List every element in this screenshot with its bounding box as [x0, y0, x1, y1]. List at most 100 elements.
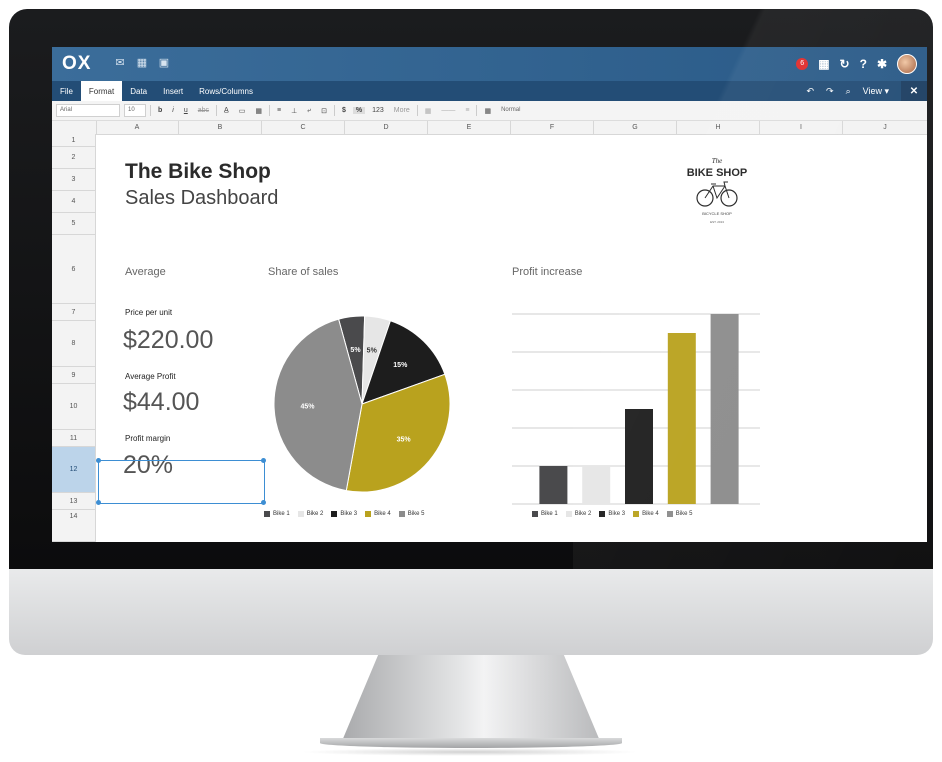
- row-header-10[interactable]: 10: [52, 384, 96, 430]
- view-menu[interactable]: View ▾: [863, 86, 889, 97]
- legend-label: Bike 3: [340, 511, 358, 517]
- share-of-sales-chart[interactable]: 5% 5% 15% 35% 45%: [267, 309, 457, 499]
- help-icon[interactable]: ?: [860, 57, 867, 71]
- bold-button[interactable]: b: [155, 107, 165, 114]
- more-button[interactable]: More: [391, 107, 413, 114]
- font-family-select[interactable]: Arial: [56, 104, 120, 117]
- column-h[interactable]: H: [677, 121, 760, 134]
- row-header-7[interactable]: 7: [52, 304, 96, 321]
- settings-icon[interactable]: ✱: [877, 57, 887, 71]
- italic-button[interactable]: i: [169, 107, 177, 114]
- row-header-13[interactable]: 13: [52, 493, 96, 510]
- legend-swatch: [331, 511, 338, 517]
- sheet-area[interactable]: 1 2 3 4 5 6 7 8 9 10 11 12 13 14 The Bik…: [52, 134, 927, 542]
- legend-label: Bike 1: [541, 511, 558, 517]
- number-format-button[interactable]: 123: [369, 107, 387, 114]
- row-header-11[interactable]: 11: [52, 430, 96, 447]
- column-f[interactable]: F: [511, 121, 594, 134]
- row-header-2[interactable]: 2: [52, 147, 96, 169]
- row-header-4[interactable]: 4: [52, 191, 96, 213]
- column-c[interactable]: C: [262, 121, 345, 134]
- bar-2: [582, 466, 611, 504]
- text-color-icon[interactable]: A̲: [221, 107, 232, 114]
- currency-button[interactable]: $: [339, 107, 349, 114]
- align-bottom-icon[interactable]: ⊥: [288, 107, 300, 115]
- legend-item: Bike 5: [666, 511, 692, 517]
- menu-format[interactable]: Format: [80, 81, 123, 101]
- search-icon[interactable]: ⌕: [846, 86, 851, 97]
- merge-icon[interactable]: ⊡: [318, 107, 330, 115]
- selection-handle[interactable]: [96, 458, 101, 463]
- borders-icon[interactable]: ▦: [422, 107, 435, 115]
- legend-label: Bike 4: [374, 511, 391, 517]
- row-header-3[interactable]: 3: [52, 169, 96, 191]
- column-e[interactable]: E: [428, 121, 511, 134]
- menu-bar: File Format Data Insert Rows/Columns ↶ ↷…: [52, 81, 927, 101]
- legend-label: Bike 2: [574, 511, 592, 517]
- pie-label-4: 35%: [397, 436, 412, 443]
- view-label: View: [862, 85, 882, 96]
- row-header-9[interactable]: 9: [52, 367, 96, 384]
- row-header-1[interactable]: 1: [52, 134, 96, 147]
- column-a[interactable]: A: [96, 121, 179, 134]
- column-j[interactable]: J: [843, 121, 927, 134]
- column-i[interactable]: I: [760, 121, 843, 134]
- notification-badge[interactable]: 6: [796, 58, 809, 70]
- row-header-5[interactable]: 5: [52, 213, 96, 235]
- line-style-icon[interactable]: ——: [438, 107, 458, 114]
- align-left-icon[interactable]: ≡: [274, 107, 284, 114]
- profit-increase-chart[interactable]: [512, 309, 762, 509]
- pie-legend: Bike 1 Bike 2 Bike 3 Bike 4 Bike 5: [264, 511, 424, 517]
- app-logo[interactable]: OX: [62, 53, 91, 75]
- menu-data[interactable]: Data: [122, 81, 155, 101]
- calendar-icon[interactable]: ▦: [136, 57, 148, 69]
- row-header-12[interactable]: 12: [52, 447, 96, 493]
- row-header-14[interactable]: 14: [52, 510, 96, 542]
- legend-item: Bike 3: [331, 511, 357, 517]
- column-b[interactable]: B: [179, 121, 262, 134]
- legend-label: Bike 1: [273, 511, 290, 517]
- corner-cell[interactable]: [52, 121, 97, 134]
- border-color-icon[interactable]: ▦: [252, 107, 265, 115]
- legend-swatch: [398, 511, 405, 517]
- column-g[interactable]: G: [594, 121, 677, 134]
- legend-swatch: [365, 511, 372, 517]
- menu-file[interactable]: File: [52, 81, 81, 101]
- format-toolbar: Arial 10 b i u abc A̲ ▭ ▦ ≡ ⊥ ⤶ ⊡ $ % 12…: [52, 101, 927, 121]
- menu-insert[interactable]: Insert: [155, 81, 191, 101]
- mail-icon[interactable]: ✉: [114, 57, 126, 69]
- underline-button[interactable]: u: [181, 107, 191, 114]
- close-button[interactable]: ✕: [901, 81, 927, 101]
- selection-handle[interactable]: [261, 500, 266, 505]
- avatar[interactable]: [897, 54, 917, 74]
- strikethrough-button[interactable]: abc: [195, 107, 212, 114]
- legend-swatch: [297, 511, 304, 517]
- pie-label-2: 5%: [367, 347, 378, 354]
- drive-icon[interactable]: ▣: [158, 57, 170, 69]
- top-bar: OX ✉ ▦ ▣ 6 ▦ ↻ ? ✱: [52, 47, 927, 81]
- row-header-6[interactable]: 6: [52, 235, 96, 304]
- cell-style-icon[interactable]: ▦: [481, 107, 494, 115]
- row-header-8[interactable]: 8: [52, 321, 96, 367]
- redo-icon[interactable]: ↷: [826, 86, 834, 97]
- font-size-select[interactable]: 10: [124, 104, 146, 117]
- refresh-icon[interactable]: ↻: [840, 57, 850, 71]
- separator: [150, 105, 151, 116]
- percent-button[interactable]: %: [352, 107, 366, 114]
- cell-style-select[interactable]: Normal: [498, 105, 574, 116]
- share-of-sales-heading: Share of sales: [268, 266, 339, 278]
- menu-rows-columns[interactable]: Rows/Columns: [191, 81, 261, 101]
- fill-color-icon[interactable]: ▭: [236, 107, 249, 115]
- app-grid-icon[interactable]: ▦: [818, 57, 829, 71]
- wrap-icon[interactable]: ⤶: [304, 107, 314, 115]
- undo-icon[interactable]: ↶: [806, 86, 814, 97]
- border-width-icon[interactable]: ≡: [462, 107, 472, 114]
- selection-handle[interactable]: [261, 458, 266, 463]
- separator: [216, 105, 218, 116]
- selection-handle[interactable]: [96, 500, 101, 505]
- price-per-unit-value: $220.00: [123, 326, 214, 354]
- legend-item: Bike 1: [264, 511, 290, 517]
- cell-selection[interactable]: [98, 460, 265, 504]
- column-d[interactable]: D: [345, 121, 428, 134]
- legend-swatch: [264, 511, 270, 517]
